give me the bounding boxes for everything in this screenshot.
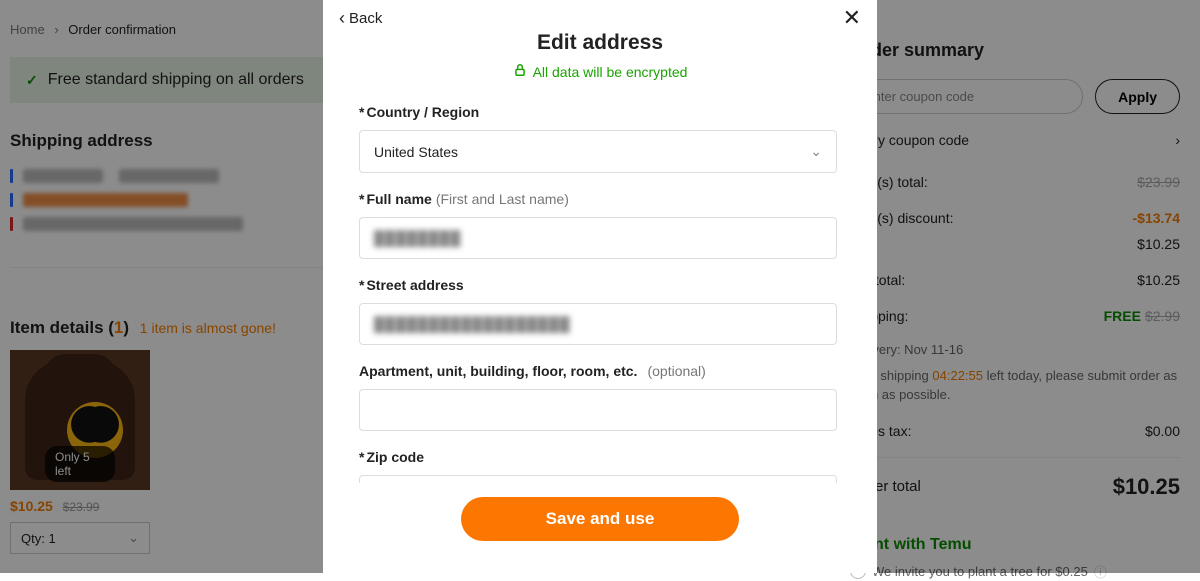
chevron-down-icon: ⌄ (810, 143, 822, 160)
full-name-input[interactable]: ████████ (359, 217, 837, 259)
close-icon[interactable]: ✕ (843, 7, 861, 29)
lock-icon (513, 63, 527, 80)
modal-title: Edit address (323, 31, 877, 55)
edit-address-modal: ‹ Back ✕ Edit address All data will be e… (323, 0, 877, 573)
chevron-left-icon: ‹ (339, 8, 345, 29)
zip-code-input[interactable]: █████ (359, 475, 837, 483)
save-and-use-button[interactable]: Save and use (461, 497, 739, 541)
modal-back-button[interactable]: ‹ Back (339, 8, 382, 29)
address-form: *Country / Region United States ⌄ *Full … (323, 80, 873, 483)
street-address-input[interactable]: ██████████████████ (359, 303, 837, 345)
apartment-input[interactable] (359, 389, 837, 431)
encryption-notice: All data will be encrypted (323, 63, 877, 80)
country-select[interactable]: United States ⌄ (359, 130, 837, 173)
